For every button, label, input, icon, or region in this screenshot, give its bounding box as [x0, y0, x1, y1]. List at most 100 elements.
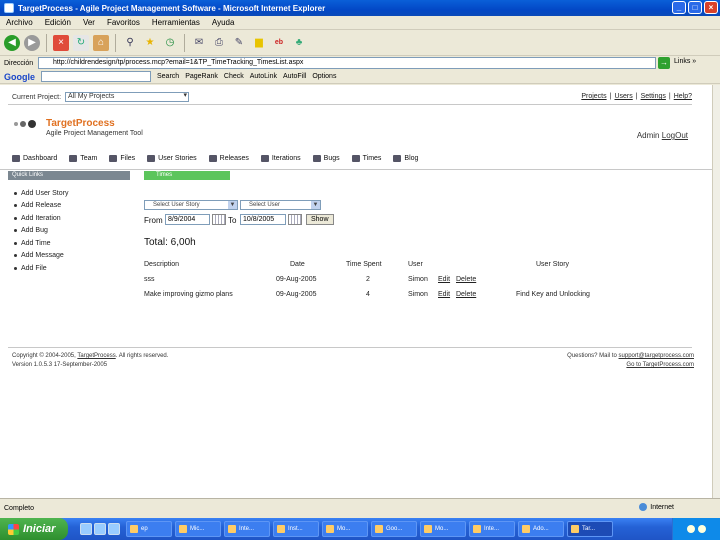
calendar-icon[interactable]	[288, 214, 302, 225]
search-icon[interactable]: ⚲	[122, 35, 138, 51]
go-icon[interactable]: →	[658, 57, 670, 69]
menu-favoritos[interactable]: Favoritos	[107, 18, 140, 27]
menu-ayuda[interactable]: Ayuda	[212, 18, 235, 27]
task-button-active[interactable]: Tar...	[567, 521, 613, 537]
settings-link[interactable]: Settings	[641, 93, 666, 100]
task-label: Mo...	[435, 526, 449, 532]
refresh-icon[interactable]: ↻	[73, 34, 89, 51]
user-story-select-value: Select User Story	[153, 202, 200, 208]
to-date-input[interactable]: 10/8/2005	[240, 214, 286, 225]
users-link[interactable]: Users	[614, 93, 632, 100]
nav-user-stories[interactable]: User Stories	[147, 154, 197, 162]
task-button[interactable]: Ado...	[518, 521, 564, 537]
show-button[interactable]: Show	[306, 214, 334, 225]
menu-ver[interactable]: Ver	[83, 18, 95, 27]
menu-archivo[interactable]: Archivo	[6, 18, 33, 27]
logout-link[interactable]: LogOut	[662, 131, 688, 140]
toolbar-separator	[184, 33, 185, 52]
back-icon[interactable]: ◀	[4, 34, 20, 51]
ebay-icon[interactable]: eb	[271, 35, 287, 51]
nav-times[interactable]: Times	[351, 154, 381, 162]
site-link[interactable]: Go to TargetProcess.com	[626, 362, 694, 368]
task-button[interactable]: ep	[126, 521, 172, 537]
mail-icon[interactable]: ✉	[191, 35, 207, 51]
support-email-link[interactable]: support@targetprocess.com	[619, 353, 694, 359]
favorites-icon[interactable]: ★	[142, 35, 158, 51]
current-project-select[interactable]: All My Projects	[65, 92, 190, 102]
nav-bugs[interactable]: Bugs	[312, 154, 340, 162]
quick-launch-icon[interactable]	[94, 523, 106, 535]
status-text: Completo	[4, 505, 34, 512]
messenger-icon[interactable]: ♣	[291, 35, 307, 51]
stop-icon[interactable]: ×	[53, 34, 69, 51]
from-date-input[interactable]: 8/9/2004	[165, 214, 210, 225]
google-pagerank[interactable]: PageRank	[185, 73, 218, 80]
logo-name[interactable]: TargetProcess	[46, 118, 115, 129]
google-options[interactable]: Options	[312, 73, 336, 80]
user-story-select[interactable]: Select User Story ▼	[144, 200, 238, 210]
quick-link-add-bug[interactable]: Add Bug	[14, 225, 68, 238]
nav-team[interactable]: Team	[69, 154, 97, 162]
delete-link[interactable]: Delete	[456, 291, 476, 298]
google-search-button[interactable]: Search	[157, 73, 179, 80]
edit-link[interactable]: Edit	[438, 291, 450, 298]
user-select[interactable]: Select User ▼	[240, 200, 321, 210]
edit-link[interactable]: Edit	[438, 276, 450, 283]
print-icon[interactable]: ⎙	[211, 35, 227, 51]
task-button[interactable]: Inte...	[224, 521, 270, 537]
task-button[interactable]: Inst...	[273, 521, 319, 537]
task-button[interactable]: Mo...	[420, 521, 466, 537]
delete-link[interactable]: Delete	[456, 276, 476, 283]
notes-icon[interactable]: ▆	[251, 35, 267, 51]
quick-link-add-user-story[interactable]: Add User Story	[14, 187, 68, 200]
address-input[interactable]: http://childrendesign/tp/process.mcp?ema…	[38, 57, 656, 69]
to-label: To	[228, 216, 237, 225]
links-label[interactable]: Links »	[674, 58, 696, 65]
nav-iterations[interactable]: Iterations	[260, 154, 301, 162]
quick-link-add-iteration[interactable]: Add Iteration	[14, 212, 68, 225]
edit-icon[interactable]: ✎	[231, 35, 247, 51]
quick-link-label: Add User Story	[21, 189, 69, 197]
times-tab[interactable]: Times	[144, 171, 230, 180]
cell-description: sss	[144, 276, 155, 283]
task-button[interactable]: Mic...	[175, 521, 221, 537]
vertical-scrollbar[interactable]	[712, 85, 720, 498]
menu-edicion[interactable]: Edición	[45, 18, 71, 27]
google-logo[interactable]: Google	[4, 72, 35, 82]
nav-files[interactable]: Files	[109, 154, 135, 162]
google-autolink[interactable]: AutoLink	[250, 73, 277, 80]
task-button[interactable]: Goo...	[371, 521, 417, 537]
help-link[interactable]: Help?	[674, 93, 692, 100]
minimize-button[interactable]: _	[672, 1, 686, 14]
start-button[interactable]: Iniciar	[0, 518, 68, 540]
nav-dashboard[interactable]: Dashboard	[12, 154, 57, 162]
quick-link-add-message[interactable]: Add Message	[14, 250, 68, 263]
tray-icon[interactable]	[698, 525, 706, 533]
history-icon[interactable]: ◷	[162, 35, 178, 51]
task-button[interactable]: Mo...	[322, 521, 368, 537]
nav-releases[interactable]: Releases	[208, 154, 249, 162]
ie-icon	[571, 525, 579, 533]
tray-icon[interactable]	[687, 525, 695, 533]
company-link[interactable]: TargetProcess	[77, 353, 115, 359]
quick-link-add-time[interactable]: Add Time	[14, 237, 68, 250]
close-button[interactable]: ×	[704, 1, 718, 14]
calendar-icon[interactable]	[212, 214, 226, 225]
forward-icon[interactable]: ▶	[24, 34, 40, 51]
menu-herramientas[interactable]: Herramientas	[152, 18, 200, 27]
nav-blog[interactable]: Blog	[393, 154, 418, 162]
google-autofill[interactable]: AutoFill	[283, 73, 306, 80]
projects-link[interactable]: Projects	[581, 93, 606, 100]
google-check[interactable]: Check	[224, 73, 244, 80]
quick-launch-icon[interactable]	[80, 523, 92, 535]
col-description: Description	[144, 261, 180, 268]
quick-link-add-release[interactable]: Add Release	[14, 200, 68, 213]
maximize-button[interactable]: □	[688, 1, 702, 14]
windows-logo-icon	[8, 523, 19, 535]
cell-time-spent: 4	[366, 291, 370, 298]
quick-launch-icon[interactable]	[108, 523, 120, 535]
quick-link-add-file[interactable]: Add File	[14, 262, 68, 275]
task-button[interactable]: Inte...	[469, 521, 515, 537]
google-search-input[interactable]	[41, 71, 151, 82]
home-icon[interactable]: ⌂	[93, 34, 109, 51]
